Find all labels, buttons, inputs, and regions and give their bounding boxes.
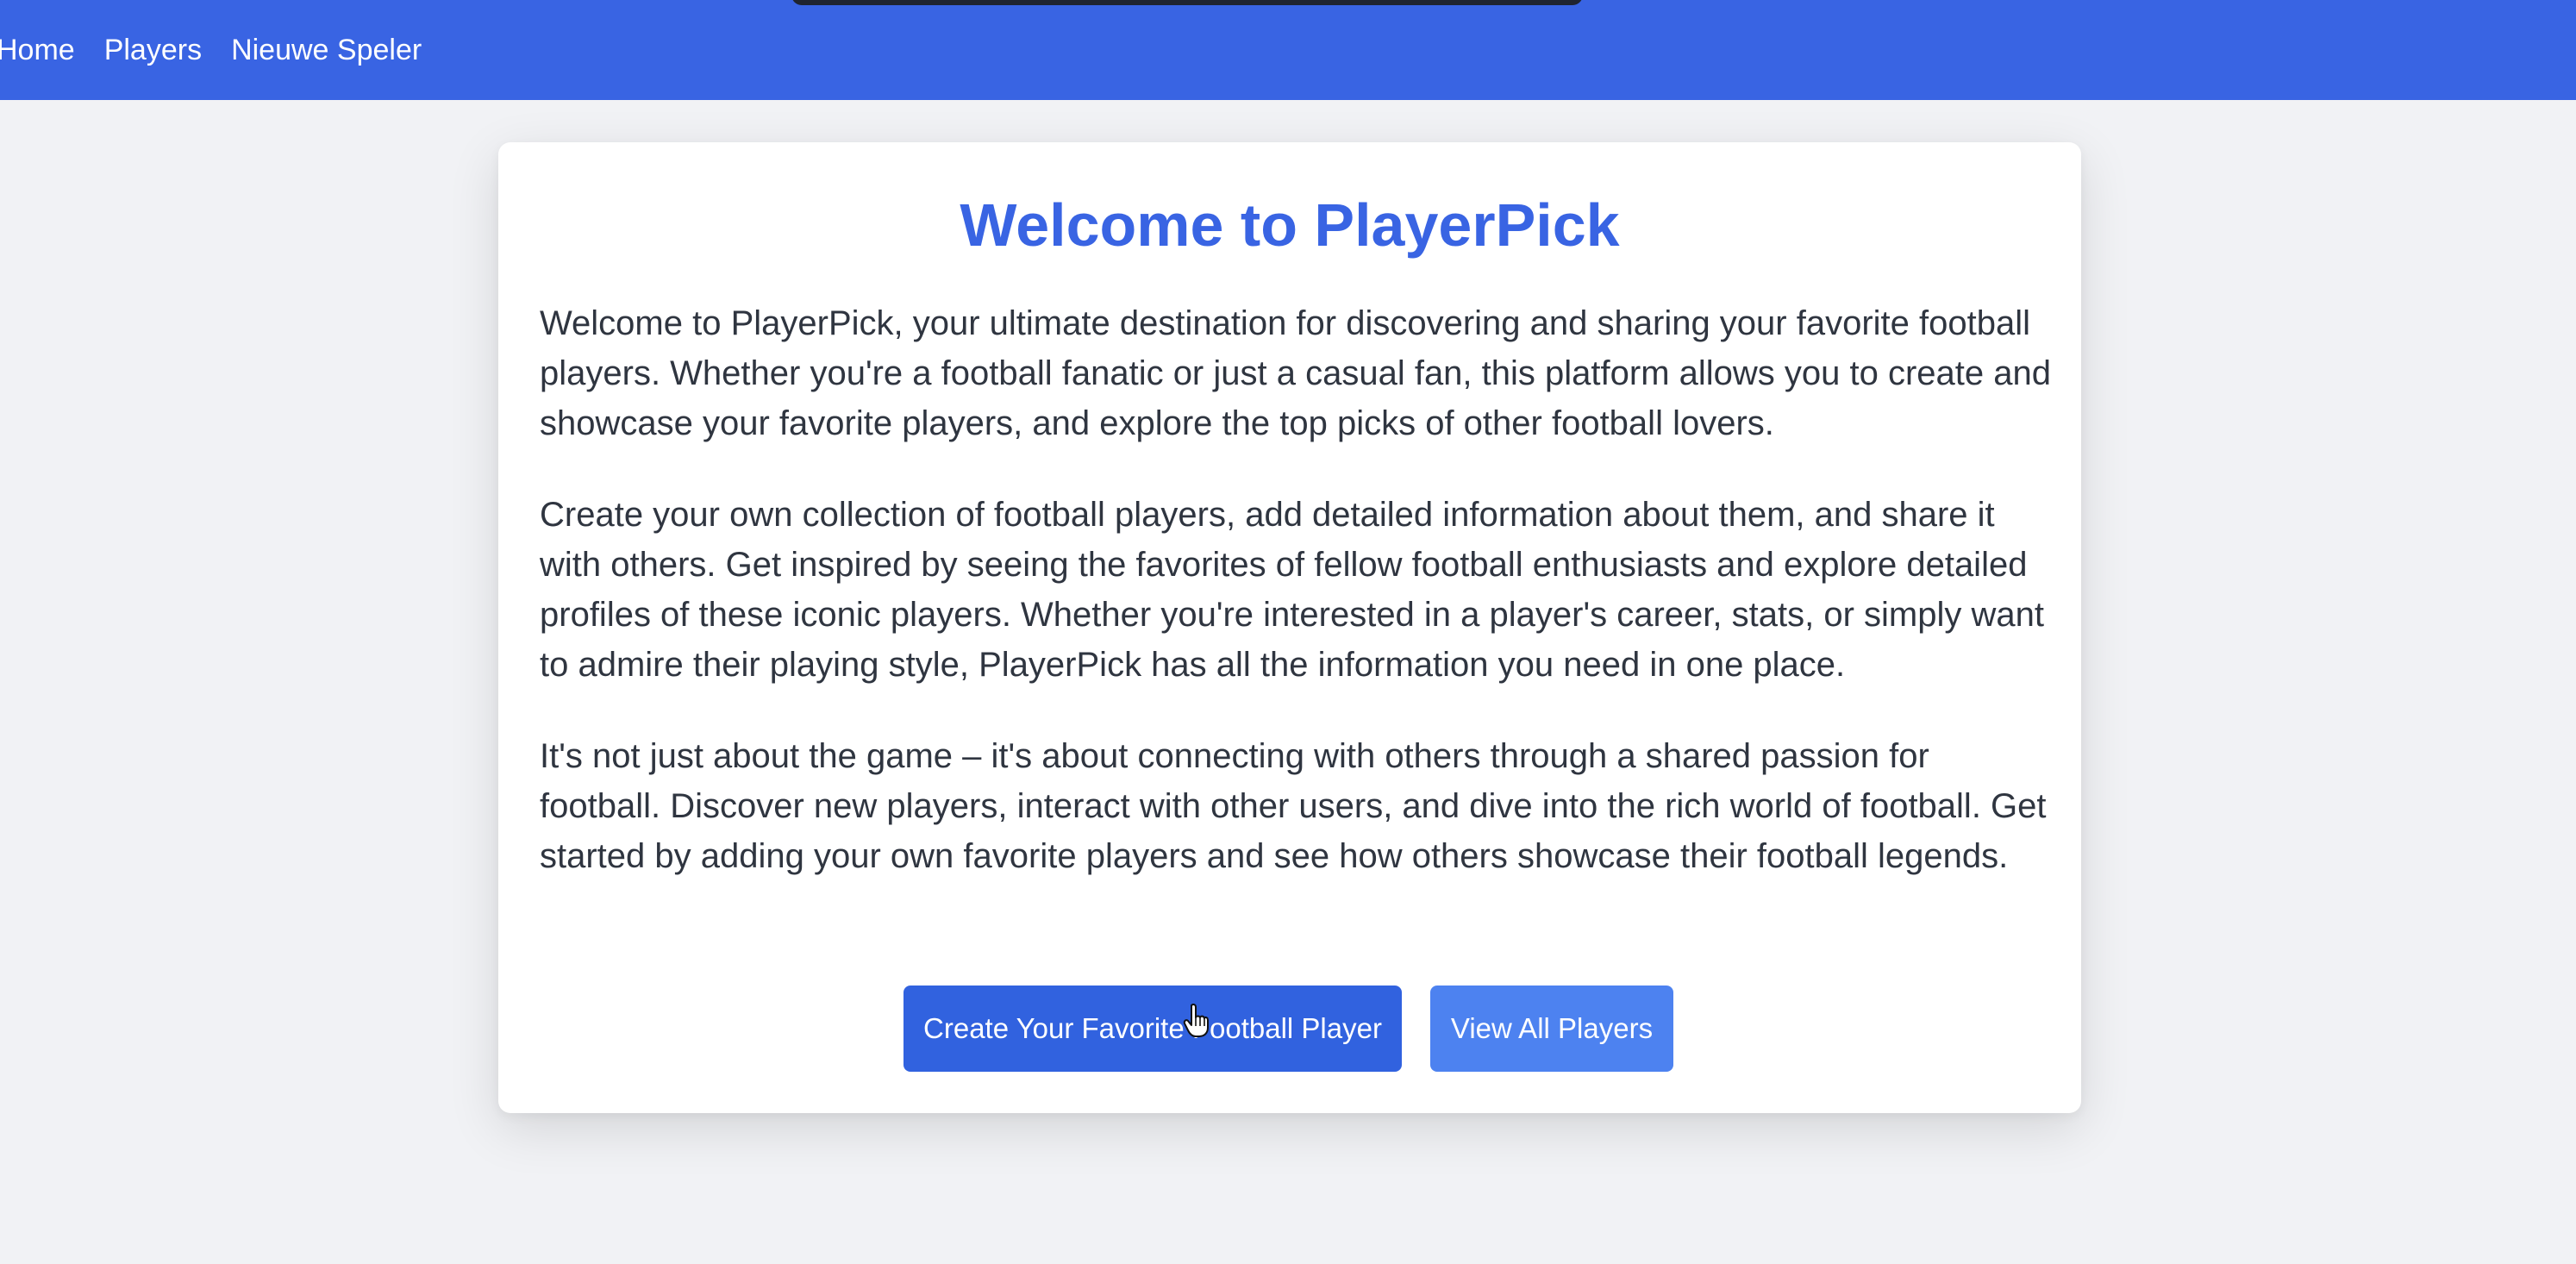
intro-paragraph: Welcome to PlayerPick, your ultimate des… xyxy=(540,304,2051,442)
nav-link-home[interactable]: Home xyxy=(0,34,75,67)
welcome-card: Welcome to PlayerPick Welcome to PlayerP… xyxy=(498,142,2081,1113)
view-all-players-button[interactable]: View All Players xyxy=(1430,986,1673,1072)
nav-link-players[interactable]: Players xyxy=(104,34,202,67)
hand-pointer-icon xyxy=(1183,1004,1209,1037)
community-paragraph: It's not just about the game – it's abou… xyxy=(540,737,2047,875)
screen-notch xyxy=(791,0,1583,5)
collection-paragraph: Create your own collection of football p… xyxy=(540,496,2044,684)
top-navbar: Home Players Nieuwe Speler xyxy=(0,0,2576,100)
create-player-button[interactable]: Create Your Favorite Football Player xyxy=(903,986,1402,1072)
nav-link-nieuwe-speler[interactable]: Nieuwe Speler xyxy=(231,34,422,67)
page-title: Welcome to PlayerPick xyxy=(960,191,1620,259)
nav-links: Home Players Nieuwe Speler xyxy=(0,0,451,100)
